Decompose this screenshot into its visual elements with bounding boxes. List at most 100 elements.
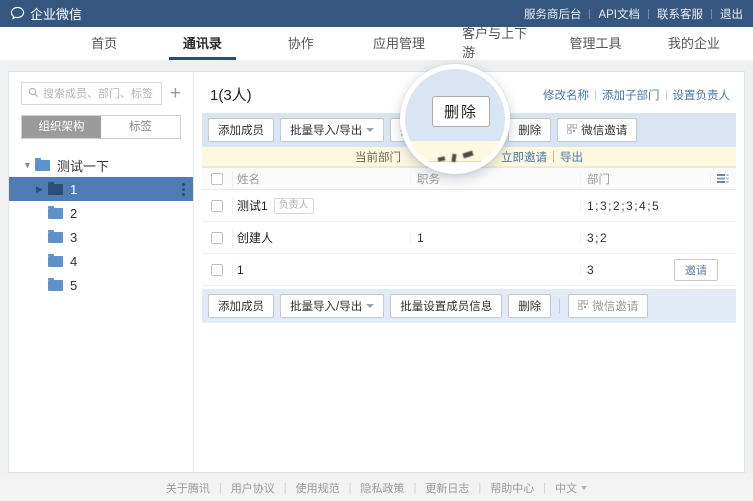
- language-selector[interactable]: 中文: [555, 480, 588, 496]
- member-dept: 1;3;2;3;4;5: [580, 198, 674, 213]
- tab-home[interactable]: 首页: [55, 27, 153, 60]
- manager-badge: 负责人: [273, 197, 314, 214]
- divider: [648, 8, 649, 19]
- dropdown-caret-icon: [366, 128, 375, 132]
- divider: [595, 89, 596, 100]
- usage-rules-link[interactable]: 使用规范: [296, 480, 340, 496]
- tab-apps[interactable]: 应用管理: [350, 27, 448, 60]
- tab-customers[interactable]: 客户与上下游: [448, 26, 546, 60]
- tab-contacts[interactable]: 通讯录: [153, 27, 251, 60]
- add-subdepartment-link[interactable]: 添加子部门: [602, 87, 660, 103]
- folder-icon: [48, 253, 63, 267]
- invite-button[interactable]: 邀请: [674, 258, 718, 281]
- divider: |: [218, 481, 222, 494]
- row-checkbox[interactable]: [211, 231, 223, 244]
- table-row[interactable]: 1 3 邀请: [202, 254, 736, 286]
- divider: |: [552, 150, 555, 163]
- tree-node-root[interactable]: ▼ 测试一下: [9, 153, 193, 177]
- header-title: 职务: [410, 170, 580, 187]
- add-member-button[interactable]: 添加成员: [208, 294, 274, 318]
- user-agreement-link[interactable]: 用户协议: [231, 480, 275, 496]
- export-link[interactable]: 导出: [560, 149, 583, 165]
- app-title: 企业微信: [30, 7, 83, 22]
- contact-support-link[interactable]: 联系客服: [657, 6, 703, 22]
- about-tencent-link[interactable]: 关于腾讯: [166, 480, 210, 496]
- member-title: 1: [410, 230, 580, 245]
- folder-icon: [48, 229, 63, 243]
- toolbar-bottom: 添加成员 批量导入/导出 批量设置成员信息 删除 微信邀请: [202, 289, 736, 323]
- select-all-checkbox[interactable]: [211, 172, 223, 185]
- changelog-link[interactable]: 更新日志: [425, 480, 469, 496]
- divider: [711, 8, 712, 19]
- delete-button[interactable]: 删除: [508, 118, 552, 142]
- help-center-link[interactable]: 帮助中心: [490, 480, 534, 496]
- notice-text: 当前部门: [355, 151, 401, 164]
- wechat-invite-button[interactable]: 微信邀请: [568, 294, 649, 318]
- set-manager-link[interactable]: 设置负责人: [673, 87, 731, 103]
- logout-link[interactable]: 退出: [720, 6, 743, 22]
- divider: [559, 299, 561, 313]
- member-dept: 3: [580, 262, 674, 277]
- folder-icon: [35, 157, 50, 171]
- tab-org-structure[interactable]: 组织架构: [22, 116, 101, 138]
- member-name: 创建人: [237, 231, 274, 245]
- qr-code-icon: [566, 123, 578, 137]
- topbar-links: 服务商后台 API文档 联系客服 退出: [524, 6, 743, 22]
- content-container: + 组织架构 标签 ▼ 测试一下 ▶ 1 2 3: [8, 71, 745, 473]
- magnifier-overlay: 删除: [400, 64, 510, 174]
- delete-button-magnified[interactable]: 删除: [432, 96, 490, 127]
- dropdown-caret-icon: [366, 304, 375, 308]
- api-docs-link[interactable]: API文档: [598, 6, 640, 22]
- table-row[interactable]: 测试1 负责人 1;3;2;3;4;5: [202, 190, 736, 222]
- privacy-policy-link[interactable]: 隐私政策: [361, 480, 405, 496]
- batch-import-export-button[interactable]: 批量导入/导出: [280, 294, 385, 318]
- page-footer: 关于腾讯 | 用户协议 | 使用规范 | 隐私政策 | 更新日志 | 帮助中心 …: [0, 474, 753, 501]
- tree-node-4[interactable]: 4: [9, 249, 193, 273]
- folder-icon: [48, 277, 63, 291]
- tab-admin-tools[interactable]: 管理工具: [546, 27, 644, 60]
- tree-node-1[interactable]: ▶ 1: [9, 177, 193, 201]
- tree-node-5[interactable]: 5: [9, 273, 193, 297]
- rename-link[interactable]: 修改名称: [543, 87, 589, 103]
- tree-node-2[interactable]: 2: [9, 201, 193, 225]
- org-tree: ▼ 测试一下 ▶ 1 2 3 4 5: [9, 153, 193, 297]
- divider: |: [543, 481, 547, 494]
- search-input[interactable]: [43, 87, 155, 100]
- caret-down-icon[interactable]: ▼: [23, 160, 33, 170]
- add-department-button[interactable]: +: [168, 84, 183, 103]
- caret-right-icon[interactable]: ▶: [36, 184, 46, 195]
- app-logo: 企业微信: [10, 4, 82, 23]
- dropdown-caret-icon: [581, 485, 588, 490]
- qr-code-icon: [577, 299, 589, 313]
- search-box: [21, 82, 162, 105]
- folder-icon: [48, 181, 63, 195]
- tab-my-company[interactable]: 我的企业: [645, 27, 743, 60]
- row-checkbox[interactable]: [211, 199, 223, 212]
- wechat-work-bubble-icon: [10, 6, 25, 21]
- department-title: 1(3人): [210, 87, 252, 104]
- divider: |: [283, 481, 287, 494]
- divider: [589, 8, 591, 19]
- batch-import-export-button[interactable]: 批量导入/导出: [280, 118, 385, 142]
- member-dept: 3;2: [580, 230, 674, 245]
- provider-console-link[interactable]: 服务商后台: [524, 6, 582, 22]
- folder-icon: [48, 205, 63, 219]
- table-row[interactable]: 创建人 1 3;2: [202, 222, 736, 254]
- sidebar: + 组织架构 标签 ▼ 测试一下 ▶ 1 2 3: [9, 72, 194, 472]
- header-dept: 部门: [580, 170, 648, 187]
- delete-button[interactable]: 删除: [508, 294, 552, 318]
- row-checkbox[interactable]: [211, 263, 223, 276]
- tab-labels[interactable]: 标签: [101, 116, 180, 138]
- invite-now-link[interactable]: 立即邀请: [501, 149, 547, 165]
- tab-collaboration[interactable]: 协作: [252, 27, 350, 60]
- column-settings-icon[interactable]: [710, 173, 736, 184]
- add-member-button[interactable]: 添加成员: [208, 118, 274, 142]
- member-name: 1: [237, 262, 244, 277]
- sidebar-tabs: 组织架构 标签: [21, 115, 181, 139]
- search-icon: [28, 87, 39, 101]
- divider: |: [413, 481, 417, 494]
- batch-set-member-info-button[interactable]: 批量设置成员信息: [390, 294, 503, 318]
- wechat-invite-button[interactable]: 微信邀请: [557, 118, 638, 142]
- more-options-icon[interactable]: [182, 182, 185, 196]
- tree-node-3[interactable]: 3: [9, 225, 193, 249]
